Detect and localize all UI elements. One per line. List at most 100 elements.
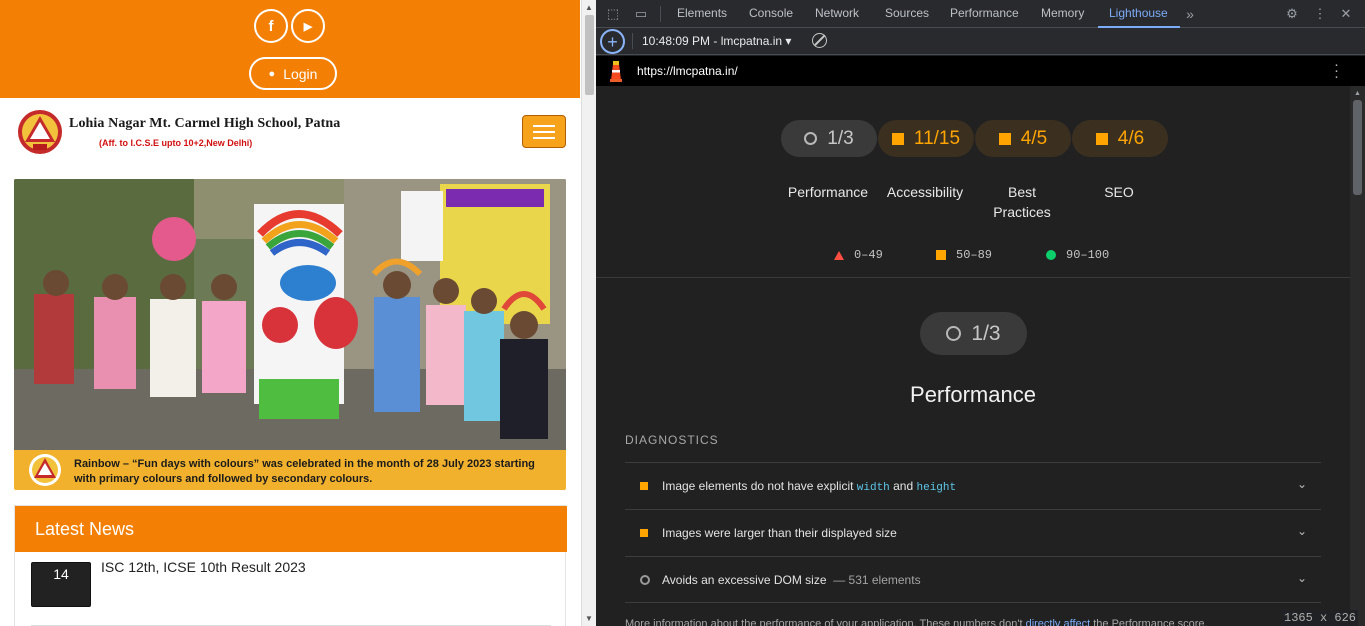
school-name[interactable]: Lohia Nagar Mt. Carmel High School, Patn… <box>69 116 340 132</box>
close-devtools-icon[interactable]: ✕ <box>1338 6 1354 22</box>
viewport-size-indicator: 1365 x 626 <box>1282 610 1359 626</box>
score-value: 4/6 <box>1117 127 1145 149</box>
category-label-performance: Performance <box>787 184 869 200</box>
top-bar: f ▶ ● Login <box>0 0 580 98</box>
clear-reports-icon[interactable] <box>812 33 827 48</box>
legend-average: 50–89 <box>936 248 992 262</box>
lighthouse-logo-icon <box>610 61 622 82</box>
audit-title: Avoids an excessive DOM size — 531 eleme… <box>662 573 921 587</box>
customize-menu-kebab-icon[interactable]: ⋮ <box>1312 6 1328 22</box>
informative-circle-icon <box>640 575 650 585</box>
website-viewport: f ▶ ● Login Lohia Nagar Mt. Carmel High … <box>0 0 580 626</box>
settings-gear-icon[interactable]: ⚙ <box>1284 6 1300 22</box>
latest-news-panel: Latest News 14 ISC 12th, ICSE 10th Resul… <box>14 505 567 626</box>
score-gauge-seo[interactable]: 4/6 <box>1072 120 1168 157</box>
more-tabs-chevron-icon[interactable]: » <box>1182 6 1198 22</box>
facebook-icon[interactable]: f <box>254 9 288 43</box>
devtools-panel: ⬚ ▭ Elements Console Network Sources Per… <box>596 0 1365 626</box>
audit-dom-size[interactable]: Avoids an excessive DOM size — 531 eleme… <box>625 556 1321 603</box>
report-menu-kebab-icon[interactable]: · · · <box>1334 57 1339 84</box>
news-date-badge: 14 <box>31 562 91 607</box>
scroll-up-arrow-icon[interactable]: ▲ <box>1354 90 1361 97</box>
audit-uses-responsive-images[interactable]: Images were larger than their displayed … <box>625 509 1321 556</box>
inspect-element-icon[interactable]: ⬚ <box>605 6 621 22</box>
hamburger-icon-bar <box>533 124 555 127</box>
legend-fail-range: 0–49 <box>854 248 883 262</box>
audit-title: Images were larger than their displayed … <box>662 526 897 540</box>
tab-performance[interactable]: Performance <box>950 6 1019 20</box>
login-button[interactable]: ● Login <box>249 57 337 90</box>
performance-score-gauge: 1/3 <box>920 312 1027 355</box>
scroll-up-arrow-icon[interactable]: ▲ <box>585 3 593 12</box>
diagnostics-heading: DIAGNOSTICS <box>625 433 719 447</box>
hero-slide[interactable]: Rainbow – “Fun days with colours” was ce… <box>14 179 566 490</box>
lighthouse-report: 1/3 11/15 4/5 4/6 Performance Accessibil… <box>596 86 1350 626</box>
menu-toggle-button[interactable] <box>522 115 566 148</box>
lighthouse-toolbar: + 10:48:09 PM - lmcpatna.in ▾ <box>596 28 1365 55</box>
section-divider <box>596 277 1350 278</box>
report-select-dropdown[interactable]: 10:48:09 PM - lmcpatna.in ▾ <box>642 34 791 48</box>
performance-score-value: 1/3 <box>971 321 1001 345</box>
legend-pass-range: 90–100 <box>1066 248 1110 262</box>
toolbar-divider <box>660 6 661 22</box>
score-gauge-accessibility[interactable]: 11/15 <box>878 120 974 157</box>
hamburger-icon-bar <box>533 130 555 133</box>
report-url[interactable]: https://lmcpatna.in/ <box>637 64 738 78</box>
performance-description: More information about the performance o… <box>625 618 1208 626</box>
score-value: 4/5 <box>1020 127 1048 149</box>
report-scrollbar[interactable]: ▲ <box>1350 86 1365 626</box>
legend-average-range: 50–89 <box>956 248 993 262</box>
devtools-tab-bar: ⬚ ▭ Elements Console Network Sources Per… <box>596 0 1365 28</box>
average-square-icon <box>640 482 648 490</box>
new-report-plus-icon[interactable]: + <box>600 29 625 54</box>
expand-chevron-icon[interactable]: ⌄ <box>1297 477 1307 491</box>
news-item-link[interactable]: ISC 12th, ICSE 10th Result 2023 <box>101 559 306 575</box>
tab-console[interactable]: Console <box>749 6 793 20</box>
scroll-down-arrow-icon[interactable]: ▼ <box>585 614 593 623</box>
category-label-accessibility: Accessibility <box>886 184 964 200</box>
device-toolbar-icon[interactable]: ▭ <box>633 6 649 22</box>
youtube-icon[interactable]: ▶ <box>291 9 325 43</box>
category-label-best-practices: Best Practices <box>993 184 1051 220</box>
expand-chevron-icon[interactable]: ⌄ <box>1297 524 1307 538</box>
school-logo[interactable] <box>16 108 64 156</box>
informative-circle-icon <box>946 326 962 341</box>
scrollbar-thumb[interactable] <box>1353 100 1362 195</box>
tab-elements[interactable]: Elements <box>677 6 727 20</box>
tab-network[interactable]: Network <box>815 6 859 20</box>
directly-affect-link[interactable]: directly affect <box>1026 618 1091 626</box>
legend-pass: 90–100 <box>1046 248 1109 262</box>
latest-news-heading: Latest News <box>15 506 567 552</box>
average-square-icon <box>640 529 648 537</box>
tab-sources[interactable]: Sources <box>885 6 929 20</box>
website-scrollbar[interactable]: ▲ ▼ <box>581 0 596 626</box>
hero-caption-text: Rainbow – “Fun days with colours” was ce… <box>74 458 535 485</box>
hero-caption: Rainbow – “Fun days with colours” was ce… <box>14 450 566 490</box>
informative-circle-icon <box>804 132 818 145</box>
tab-lighthouse[interactable]: Lighthouse <box>1109 6 1168 20</box>
fail-triangle-icon <box>834 250 844 260</box>
expand-chevron-icon[interactable]: ⌄ <box>1297 571 1307 585</box>
score-gauge-best-practices[interactable]: 4/5 <box>975 120 1071 157</box>
report-url-bar: https://lmcpatna.in/ · · · <box>596 56 1365 86</box>
average-square-icon <box>998 132 1011 145</box>
user-icon: ● <box>268 67 276 80</box>
tab-memory[interactable]: Memory <box>1041 6 1084 20</box>
average-square-icon <box>1095 132 1108 145</box>
average-square-icon <box>891 132 904 145</box>
login-label: Login <box>283 65 318 82</box>
score-value: 1/3 <box>827 127 854 149</box>
score-gauge-performance[interactable]: 1/3 <box>781 120 877 157</box>
category-label-seo: SEO <box>1104 184 1134 200</box>
average-square-icon <box>936 250 946 260</box>
caption-school-logo <box>29 454 61 486</box>
pass-circle-icon <box>1046 250 1056 260</box>
score-value: 11/15 <box>913 127 961 149</box>
audit-title: Image elements do not have explicit widt… <box>662 479 957 494</box>
hamburger-icon-bar <box>533 136 555 139</box>
affiliation-text: (Aff. to I.C.S.E upto 10+2,New Delhi) <box>99 138 253 148</box>
audit-unsized-images[interactable]: Image elements do not have explicit widt… <box>625 462 1321 509</box>
scrollbar-thumb[interactable] <box>585 15 594 95</box>
legend-fail: 0–49 <box>834 248 883 262</box>
brand-header: Lohia Nagar Mt. Carmel High School, Patn… <box>0 98 580 168</box>
